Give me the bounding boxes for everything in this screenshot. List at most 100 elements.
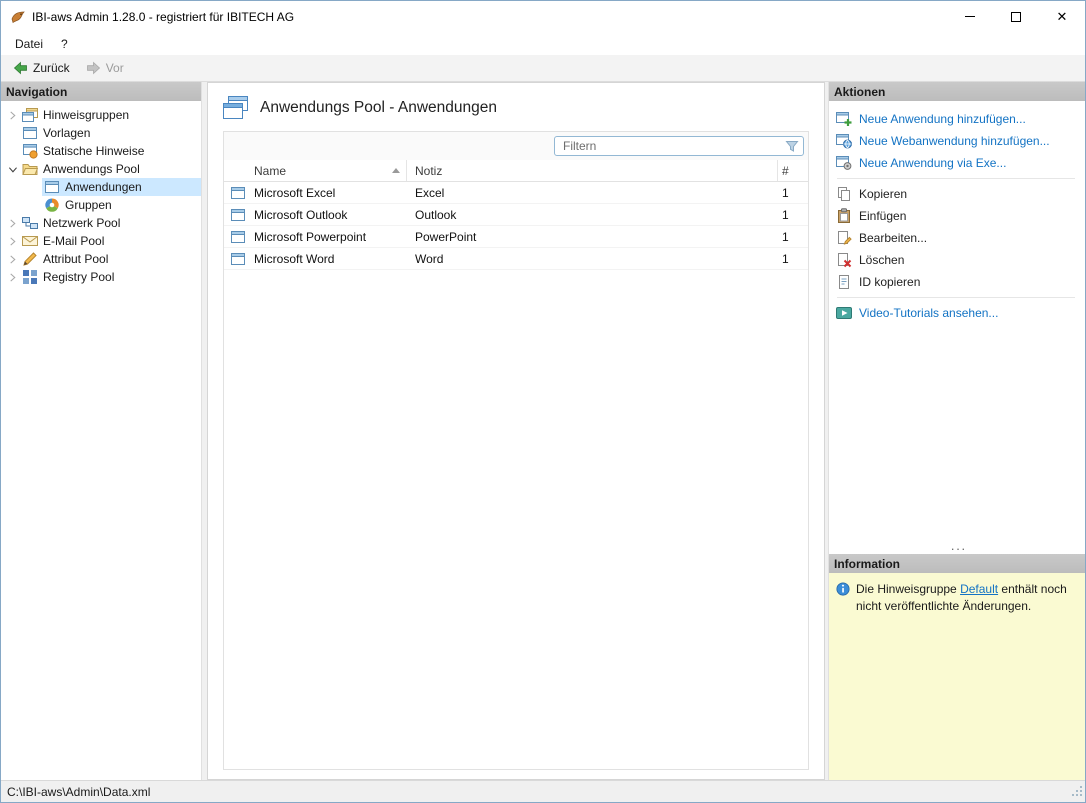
video-tutorials-icon (836, 305, 852, 321)
back-arrow-icon (13, 61, 28, 75)
action-new-application[interactable]: Neue Anwendung hinzufügen... (836, 108, 1081, 130)
sidebar-item-attribut-pool[interactable]: Attribut Pool (1, 250, 201, 268)
information-panel-header: Information (829, 554, 1085, 573)
chevron-right-icon[interactable] (4, 219, 20, 228)
table-row[interactable]: Microsoft Outlook Outlook 1 (224, 204, 808, 226)
minimize-button[interactable] (947, 1, 993, 32)
action-copy[interactable]: Kopieren (836, 183, 1081, 205)
forward-arrow-icon (86, 61, 101, 75)
filter-input[interactable] (563, 139, 785, 153)
cell-count: 1 (778, 208, 808, 222)
cell-notiz: Excel (407, 186, 778, 200)
resize-grip[interactable] (1070, 784, 1083, 800)
column-header-name[interactable]: Name (252, 160, 407, 181)
applications-grid: Name Notiz # Microsoft Excel Excel 1 (223, 131, 809, 770)
sidebar-item-anwendungs-pool[interactable]: Anwendungs Pool (1, 160, 201, 178)
menu-datei[interactable]: Datei (6, 32, 52, 55)
sidebar-item-anwendungen[interactable]: Anwendungen (1, 178, 201, 196)
copy-id-icon (836, 274, 852, 290)
table-header-row: Name Notiz # (224, 160, 808, 182)
sidebar-item-hinweisgruppen[interactable]: Hinweisgruppen (1, 106, 201, 124)
new-webapplication-icon (836, 133, 852, 149)
back-label: Zurück (33, 61, 70, 75)
sidebar-item-statische-hinweise[interactable]: Statische Hinweise (1, 142, 201, 160)
navigation-toolbar: Zurück Vor (1, 55, 1085, 82)
sidebar-item-email-pool[interactable]: E-Mail Pool (1, 232, 201, 250)
table-row[interactable]: Microsoft Powerpoint PowerPoint 1 (224, 226, 808, 248)
back-button[interactable]: Zurück (6, 58, 77, 78)
table-row[interactable]: Microsoft Word Word 1 (224, 248, 808, 270)
action-new-application-via-exe[interactable]: Neue Anwendung via Exe... (836, 152, 1081, 174)
titlebar: IBI-aws Admin 1.28.0 - registriert für I… (1, 1, 1085, 32)
pencil-attribute-icon (22, 251, 38, 267)
notice-groups-icon (22, 107, 38, 123)
groups-pie-icon (44, 197, 60, 213)
main-panel: Anwendungs Pool - Anwendungen Name (207, 82, 825, 780)
cell-notiz: Outlook (407, 208, 778, 222)
sidebar-item-label: Vorlagen (43, 126, 90, 140)
application-window-icon (44, 179, 60, 195)
action-video-tutorials[interactable]: Video-Tutorials ansehen... (836, 302, 1081, 324)
sidebar-item-label: Netzwerk Pool (43, 216, 120, 230)
navigation-panel: Navigation Hinweisgruppen Vorlagen (1, 82, 202, 780)
sort-ascending-icon (392, 168, 400, 173)
open-folder-icon (22, 161, 38, 177)
static-notice-icon (22, 143, 38, 159)
chevron-right-icon[interactable] (4, 255, 20, 264)
cell-count: 1 (778, 186, 808, 200)
data-file-path: C:\IBI-aws\Admin\Data.xml (7, 785, 150, 799)
action-delete[interactable]: Löschen (836, 249, 1081, 271)
forward-button[interactable]: Vor (79, 58, 131, 78)
statusbar: C:\IBI-aws\Admin\Data.xml (1, 780, 1085, 802)
cell-name: Microsoft Excel (252, 186, 407, 200)
column-header-notiz[interactable]: Notiz (407, 160, 778, 181)
maximize-button[interactable] (993, 1, 1039, 32)
panel-splitter-handle[interactable]: ··· (836, 543, 1081, 554)
menubar: Datei ? (1, 32, 1085, 55)
action-copy-id[interactable]: ID kopieren (836, 271, 1081, 293)
cell-name: Microsoft Outlook (252, 208, 407, 222)
application-window-icon (230, 185, 246, 201)
close-button[interactable]: ✕ (1039, 1, 1085, 32)
email-envelope-icon (22, 233, 38, 249)
cell-count: 1 (778, 230, 808, 244)
menu-help[interactable]: ? (52, 32, 77, 55)
filter-box (554, 136, 804, 156)
sidebar-item-vorlagen[interactable]: Vorlagen (1, 124, 201, 142)
minimize-icon (965, 16, 975, 17)
column-header-count[interactable]: # (778, 164, 808, 178)
action-paste[interactable]: Einfügen (836, 205, 1081, 227)
chevron-right-icon[interactable] (4, 273, 20, 282)
sidebar-item-label: Anwendungen (65, 180, 142, 194)
action-new-webapplication[interactable]: Neue Webanwendung hinzufügen... (836, 130, 1081, 152)
action-edit[interactable]: Bearbeiten... (836, 227, 1081, 249)
filter-funnel-icon[interactable] (785, 139, 799, 153)
sidebar-item-netzwerk-pool[interactable]: Netzwerk Pool (1, 214, 201, 232)
cell-count: 1 (778, 252, 808, 266)
table-row[interactable]: Microsoft Excel Excel 1 (224, 182, 808, 204)
sidebar-item-gruppen[interactable]: Gruppen (1, 196, 201, 214)
sidebar-item-registry-pool[interactable]: Registry Pool (1, 268, 201, 286)
default-group-link[interactable]: Default (960, 582, 998, 596)
new-application-icon (836, 111, 852, 127)
actions-separator (837, 178, 1075, 179)
chevron-right-icon[interactable] (4, 237, 20, 246)
chevron-right-icon[interactable] (4, 111, 20, 120)
sidebar-item-label: Registry Pool (43, 270, 114, 284)
application-window-icon (230, 229, 246, 245)
new-application-exe-icon (836, 155, 852, 171)
cell-notiz: Word (407, 252, 778, 266)
delete-icon (836, 252, 852, 268)
app-window: IBI-aws Admin 1.28.0 - registriert für I… (0, 0, 1086, 803)
page-title: Anwendungs Pool - Anwendungen (260, 99, 497, 117)
sidebar-item-label: Anwendungs Pool (43, 162, 140, 176)
navigation-panel-header: Navigation (1, 82, 201, 101)
chevron-down-icon[interactable] (4, 165, 20, 174)
sidebar-item-label: Attribut Pool (43, 252, 108, 266)
actions-separator (837, 297, 1075, 298)
forward-label: Vor (106, 61, 124, 75)
window-title: IBI-aws Admin 1.28.0 - registriert für I… (32, 10, 294, 24)
info-icon (836, 582, 850, 596)
registry-grid-icon (22, 269, 38, 285)
actions-list: Neue Anwendung hinzufügen... Neue Webanw… (829, 101, 1085, 554)
